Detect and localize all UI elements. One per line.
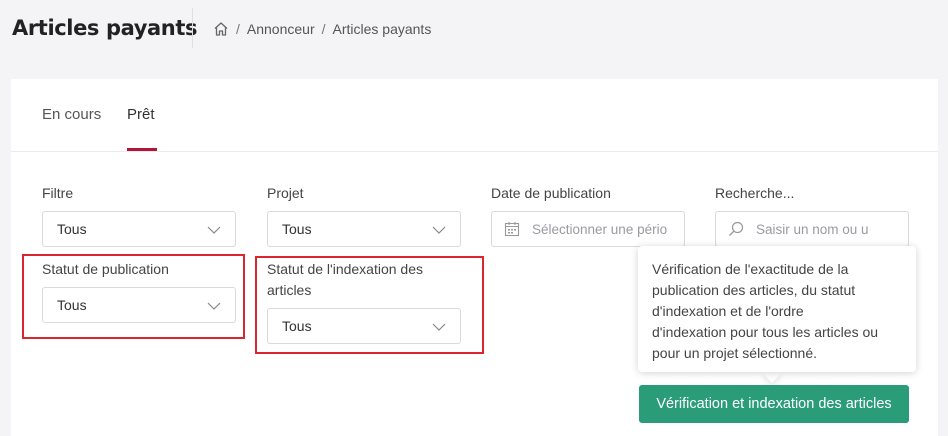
filtre-label: Filtre [42,185,74,201]
highlight-box-statut-publication [22,254,245,339]
verify-index-articles-button[interactable]: Vérification et indexation des articles [639,385,909,423]
page-title: Articles payants [12,16,198,40]
breadcrumb-separator: / [321,21,326,37]
recherche-label: Recherche... [715,185,795,201]
chevron-down-icon [207,226,221,234]
date-placeholder: Sélectionner une pério [532,222,668,237]
filtre-select[interactable]: Tous [42,211,236,247]
tooltip: Vérification de l'exactitude de la publi… [638,246,916,372]
chevron-down-icon [432,226,446,234]
search-icon [729,221,744,236]
breadcrumb: / Annonceur / Articles payants [213,21,431,37]
date-range-input[interactable]: Sélectionner une pério [491,211,685,247]
projet-value: Tous [282,221,312,237]
highlight-box-statut-indexation [255,256,484,354]
breadcrumb-separator: / [236,21,240,37]
projet-select[interactable]: Tous [267,211,461,247]
breadcrumb-item-articles-payants: Articles payants [332,21,432,37]
search-placeholder: Saisir un nom ou u [756,222,869,237]
date-label: Date de publication [491,185,611,201]
header-divider [192,8,193,48]
tooltip-line: d'indexation et de l'ordre [652,303,804,319]
tooltip-line: publication des articles, du statut [652,282,856,298]
search-input[interactable]: Saisir un nom ou u [715,211,909,247]
tab-bar: En cours Prêt [11,79,938,152]
tooltip-line: Vérification de l'exactitude de la [652,261,849,277]
projet-label: Projet [267,185,304,201]
filtre-value: Tous [57,221,87,237]
calendar-icon [504,222,520,237]
home-icon[interactable] [213,21,229,37]
breadcrumb-item-annonceur[interactable]: Annonceur [247,21,315,37]
tooltip-line: d'indexation pour tous les articles ou [652,324,879,340]
tab-pret[interactable]: Prêt [127,106,155,123]
active-tab-indicator [127,148,157,151]
tab-en-cours[interactable]: En cours [42,106,101,123]
top-bar: Articles payants / Annonceur / Articles … [0,0,948,58]
tooltip-line: pour un projet sélectionné. [652,345,817,361]
